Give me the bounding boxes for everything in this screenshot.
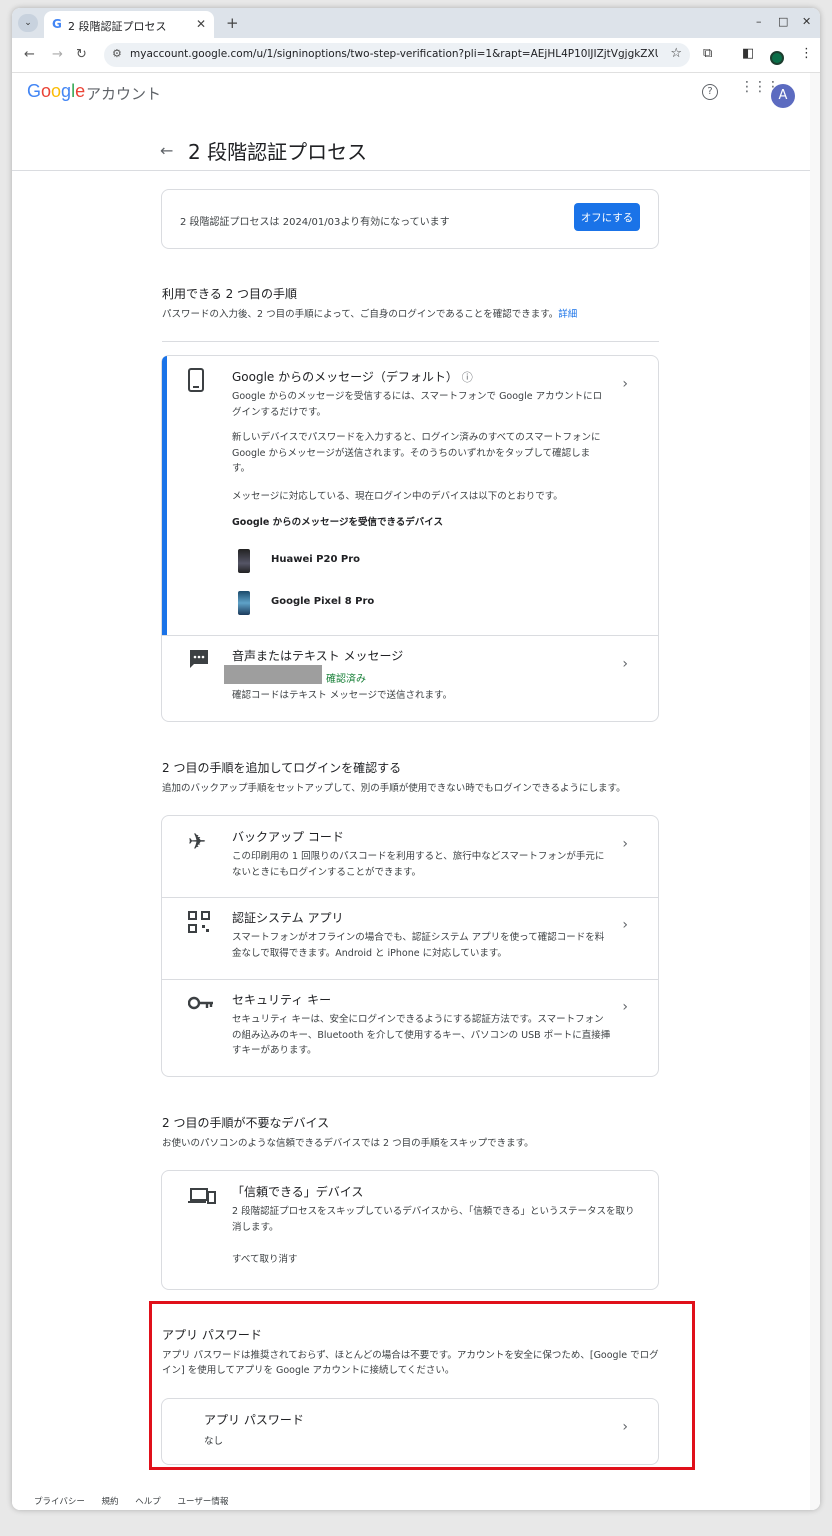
google-prompt-title: Google からのメッセージ（デフォルト） ⓘ [232,368,473,385]
learn-more-link[interactable]: 詳細 [558,309,577,320]
phone-image [238,591,250,615]
google-prompt-desc-3: メッセージに対応している、現在ログイン中のデバイスは以下のとおりです。 [232,491,563,502]
browser-window: ⌄ G 2 段階認証プロセス ✕ + – □ ✕ ← → ↻ ⚙ myaccou… [12,8,820,1510]
chevron-right-icon[interactable]: › [622,656,628,672]
phone-image [238,549,250,573]
smartphone-icon [188,368,204,397]
google-logo[interactable]: Google [27,81,85,102]
add-steps-card: ✈ バックアップ コード この印刷用の 1 回限りのパスコードを利用すると、旅行… [161,815,659,1077]
page-content: Google アカウント ? ⋮⋮⋮ A ← 2 段階認証プロセス 2 段階認証… [12,73,820,1510]
google-prompt-desc-1: Google からのメッセージを受信するには、スマートフォンで Google ア… [232,391,603,418]
privacy-link[interactable]: プライバシー [34,1497,85,1507]
security-key-desc: セキュリティ キーは、安全にログインできるようにする認証方法です。スマートフォン… [232,1014,611,1056]
page-title: 2 段階認証プロセス [188,140,368,164]
site-settings-icon[interactable]: ⚙ [112,47,122,60]
chevron-right-icon[interactable]: › [622,376,628,392]
google-favicon-icon: G [52,17,62,31]
footer-links: プライバシー 規約 ヘルプ ユーザー情報 [34,1495,242,1507]
avatar[interactable]: A [771,84,795,108]
qr-code-icon [188,911,210,938]
section-divider [162,341,659,342]
revoke-all-link[interactable]: すべて取り消す [232,1252,607,1268]
available-steps-title: 利用できる 2 つ目の手順 [162,287,298,301]
row-divider [162,979,658,980]
authenticator-desc: スマートフォンがオフラインの場合でも、認証システム アプリを使って確認コードを料… [232,932,605,959]
google-prompt-desc-2: 新しいデバイスでパスワードを入力すると、ログイン済みのすべてのスマートフォンに … [232,432,601,474]
tab-close-icon[interactable]: ✕ [196,17,206,31]
airplane-icon: ✈ [188,830,207,855]
row-divider [162,635,658,636]
chevron-right-icon[interactable]: › [622,836,628,852]
new-tab-button[interactable]: + [226,14,239,32]
maximize-button[interactable]: □ [778,15,788,28]
sms-title: 音声またはテキスト メッセージ [232,649,404,663]
account-header: Google アカウント ? ⋮⋮⋮ A [12,73,820,108]
address-bar[interactable]: ⚙ myaccount.google.com/u/1/signinoptions… [104,43,690,67]
side-panel-icon[interactable]: ◧ [742,46,754,61]
trusted-card-title: 「信頼できる」デバイス [232,1185,364,1199]
devices-heading: Google からのメッセージを受信できるデバイス [232,517,443,528]
authenticator-title: 認証システム アプリ [232,911,344,925]
about-link[interactable]: ユーザー情報 [177,1497,228,1507]
backup-codes-desc: この印刷用の 1 回限りのパスコードを利用すると、旅行中などスマートフォンが手元… [232,851,605,878]
verified-label: 確認済み [326,674,366,685]
scrollbar[interactable] [810,73,820,1510]
forward-arrow-icon[interactable]: → [52,47,63,62]
key-icon [187,994,214,1015]
trusted-desc: お使いのパソコンのような信頼できるデバイスでは 2 つ目の手順をスキップできます… [162,1138,534,1149]
default-indicator [162,356,167,635]
google-prompt-title-text: Google からのメッセージ（デフォルト） [232,370,458,384]
help-circle-icon[interactable]: ⓘ [462,371,473,384]
browser-toolbar: ← → ↻ ⚙ myaccount.google.com/u/1/signino… [12,38,820,73]
page-title-bar: ← 2 段階認証プロセス [12,125,820,171]
status-card: 2 段階認証プロセスは 2024/01/03より有効になっています オフにする [161,189,659,249]
extensions-icon[interactable]: ⧉ [703,46,712,61]
trusted-title: 2 つ目の手順が不要なデバイス [162,1116,330,1130]
add-steps-desc: 追加のバックアップ手順をセットアップして、別の手順が使用できない時でもログインで… [162,783,626,794]
highlight-box [149,1301,695,1470]
status-text: 2 段階認証プロセスは 2024/01/03より有効になっています [180,217,450,228]
device-name: Google Pixel 8 Pro [271,596,375,607]
close-window-button[interactable]: ✕ [802,15,811,28]
row-divider [162,897,658,898]
menu-kebab-icon[interactable]: ⋮ [800,46,813,61]
add-steps-title: 2 つ目の手順を追加してログインを確認する [162,761,402,775]
backup-codes-title: バックアップ コード [232,830,344,844]
back-arrow-icon[interactable]: ← [24,47,35,62]
message-icon [188,648,210,675]
redacted-phone-number [224,665,322,684]
available-steps-desc: パスワードの入力後、2 つ目の手順によって、ご自身のログインであることを確認でき… [162,307,662,322]
devices-icon [188,1187,216,1210]
second-step-card: Google からのメッセージ（デフォルト） ⓘ Google からのメッセージ… [161,355,659,722]
terms-link[interactable]: 規約 [102,1497,119,1507]
chevron-right-icon[interactable]: › [622,999,628,1015]
tab-active[interactable]: G 2 段階認証プロセス ✕ [44,11,214,38]
trusted-devices-card: 「信頼できる」デバイス 2 段階認証プロセスをスキップしているデバイスから、「信… [161,1170,659,1290]
reload-icon[interactable]: ↻ [76,47,87,62]
minimize-button[interactable]: – [756,15,762,28]
turn-off-button[interactable]: オフにする [574,203,640,231]
bookmark-star-icon[interactable]: ☆ [670,46,682,61]
apps-grid-icon[interactable]: ⋮⋮⋮ [740,80,780,94]
security-key-title: セキュリティ キー [232,993,332,1007]
tab-bar: ⌄ G 2 段階認証プロセス ✕ + – □ ✕ [12,8,820,38]
back-arrow-icon[interactable]: ← [160,141,173,160]
chevron-right-icon[interactable]: › [622,917,628,933]
account-label: アカウント [86,85,162,103]
trusted-card-desc: 2 段階認証プロセスをスキップしているデバイスから、「信頼できる」というステータ… [232,1206,635,1233]
help-icon[interactable]: ? [702,84,718,100]
device-name: Huawei P20 Pro [271,554,361,565]
available-steps-desc-text: パスワードの入力後、2 つ目の手順によって、ご自身のログインであることを確認でき… [162,309,559,320]
profile-icon[interactable] [770,51,784,65]
sms-desc: 確認コードはテキスト メッセージで送信されます。 [232,690,453,701]
help-link[interactable]: ヘルプ [135,1497,161,1507]
url-text: myaccount.google.com/u/1/signinoptions/t… [130,48,658,60]
tab-title: 2 段階認証プロセス [68,20,167,33]
tab-search-button[interactable]: ⌄ [18,14,38,32]
